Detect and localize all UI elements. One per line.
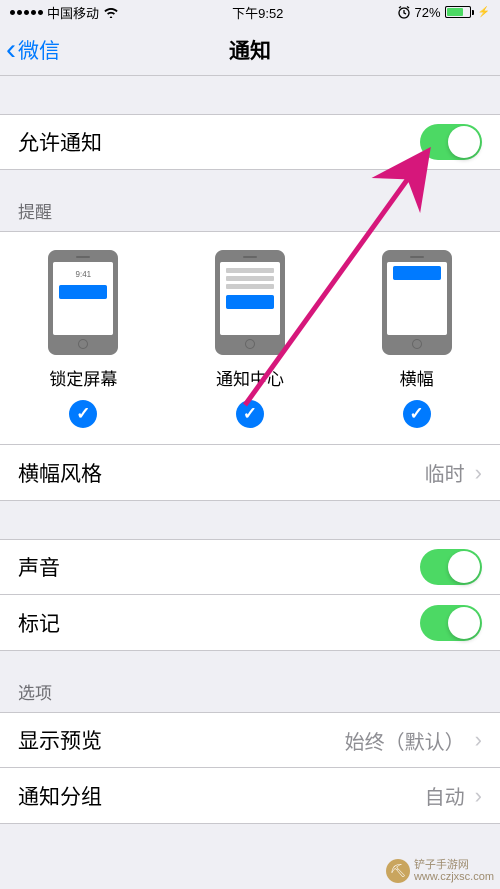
lockscreen-checkmark[interactable]: ✓	[69, 400, 97, 428]
watermark-url: www.czjxsc.com	[414, 871, 494, 883]
chevron-right-icon: ›	[475, 727, 482, 753]
check-icon: ✓	[76, 404, 90, 424]
check-icon: ✓	[410, 404, 424, 424]
chevron-right-icon: ›	[475, 783, 482, 809]
banner-style-cell[interactable]: 横幅风格 临时 ›	[0, 444, 500, 500]
notification-center-checkmark[interactable]: ✓	[236, 400, 264, 428]
battery-icon	[445, 6, 474, 18]
status-bar: 中国移动 下午9:52 72% ⚡	[0, 0, 500, 24]
watermark-icon: ⛏	[386, 859, 410, 883]
grouping-value: 自动	[425, 781, 465, 810]
alert-option-banners[interactable]: 横幅 ✓	[382, 250, 452, 428]
sounds-toggle[interactable]	[420, 549, 482, 585]
status-right: 72% ⚡	[397, 5, 490, 20]
back-label: 微信	[18, 35, 60, 65]
alert-option-lockscreen[interactable]: 9:41 锁定屏幕 ✓	[48, 250, 118, 428]
notification-center-preview-icon	[215, 250, 285, 355]
banners-checkmark[interactable]: ✓	[403, 400, 431, 428]
show-previews-value: 始终（默认）	[345, 726, 465, 755]
sounds-cell: 声音	[0, 539, 500, 595]
status-left: 中国移动	[10, 3, 119, 22]
lockscreen-label: 锁定屏幕	[49, 365, 117, 390]
allow-notifications-cell: 允许通知	[0, 114, 500, 170]
banners-preview-icon	[382, 250, 452, 355]
nav-bar: ‹ 微信 通知	[0, 24, 500, 76]
lockscreen-preview-icon: 9:41	[48, 250, 118, 355]
signal-icon	[10, 10, 43, 15]
grouping-label: 通知分组	[18, 781, 102, 811]
sounds-label: 声音	[18, 552, 60, 582]
carrier-label: 中国移动	[47, 3, 99, 22]
allow-notifications-label: 允许通知	[18, 127, 102, 157]
banner-style-value: 临时	[425, 458, 465, 487]
status-time: 下午9:52	[232, 3, 283, 22]
alerts-section: 9:41 锁定屏幕 ✓ 通知中心 ✓	[0, 231, 500, 501]
banners-label: 横幅	[400, 365, 434, 390]
battery-percent: 72%	[415, 5, 441, 20]
watermark-name: 铲子手游网	[414, 859, 494, 871]
show-previews-label: 显示预览	[18, 725, 102, 755]
back-button[interactable]: ‹ 微信	[0, 35, 60, 65]
alert-option-notification-center[interactable]: 通知中心 ✓	[215, 250, 285, 428]
charging-icon: ⚡	[478, 7, 490, 18]
chevron-right-icon: ›	[475, 460, 482, 486]
allow-notifications-toggle[interactable]	[420, 124, 482, 160]
wifi-icon	[103, 6, 119, 18]
chevron-left-icon: ‹	[6, 35, 16, 65]
show-previews-cell[interactable]: 显示预览 始终（默认） ›	[0, 712, 500, 768]
options-header: 选项	[0, 651, 500, 712]
page-title: 通知	[229, 35, 271, 65]
badges-label: 标记	[18, 608, 60, 638]
check-icon: ✓	[243, 404, 257, 424]
alarm-icon	[397, 5, 411, 19]
watermark: ⛏ 铲子手游网 www.czjxsc.com	[386, 859, 494, 883]
alerts-header: 提醒	[0, 170, 500, 231]
notification-center-label: 通知中心	[216, 365, 284, 390]
banner-style-label: 横幅风格	[18, 458, 102, 488]
badges-cell: 标记	[0, 595, 500, 651]
badges-toggle[interactable]	[420, 605, 482, 641]
grouping-cell[interactable]: 通知分组 自动 ›	[0, 768, 500, 824]
